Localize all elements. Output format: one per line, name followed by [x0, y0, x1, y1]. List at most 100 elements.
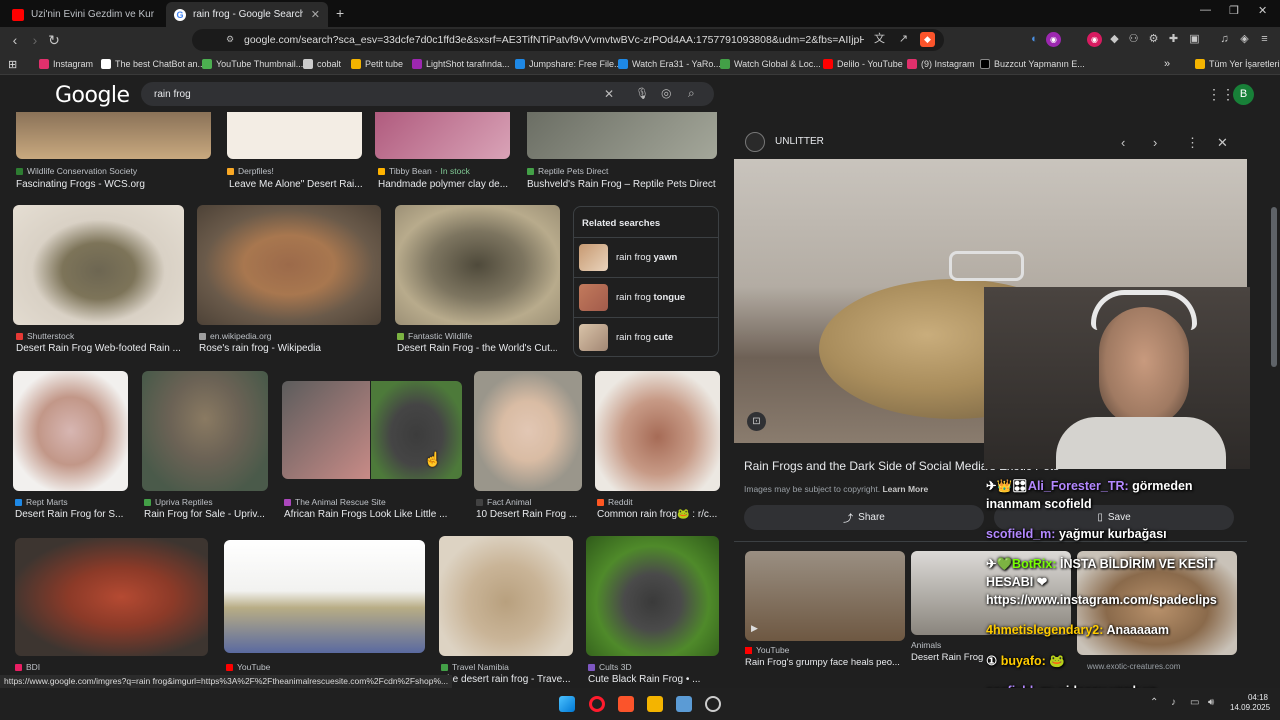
result-image[interactable]: [142, 371, 268, 491]
image-result[interactable]: Cults 3D Cute Black Rain Frog • ...: [586, 536, 719, 688]
apps-grid-icon[interactable]: ⋮⋮: [1207, 86, 1235, 103]
reload-button[interactable]: ↻: [45, 31, 63, 49]
extension-icon[interactable]: ◆: [1107, 32, 1122, 47]
panel-site-name[interactable]: UNLITTER: [775, 136, 824, 147]
result-image[interactable]: [586, 536, 719, 656]
result-image[interactable]: [224, 540, 425, 653]
image-result[interactable]: Tibby Bean · In stock Handmade polymer cla…: [375, 112, 510, 192]
previous-icon[interactable]: ‹: [1121, 135, 1125, 150]
minimize-button[interactable]: —: [1200, 4, 1211, 16]
image-result[interactable]: Reddit Common rain frog🐸 : r/c...: [595, 371, 720, 523]
result-caption[interactable]: Bushveld's Rain Frog – Reptile Pets Dire…: [527, 179, 719, 190]
extension-icon[interactable]: ◉: [1087, 32, 1102, 47]
sidebar-icon[interactable]: ▣: [1187, 32, 1202, 47]
result-caption[interactable]: Leave Me Alone" Desert Rai...: [229, 179, 362, 190]
result-caption[interactable]: Cute Black Rain Frog • ...: [588, 674, 719, 685]
tray-chevron-icon[interactable]: ⌃: [1150, 697, 1158, 708]
all-bookmarks[interactable]: Tüm Yer İşaretleri: [1195, 57, 1280, 71]
result-image[interactable]: [527, 112, 717, 159]
result-caption[interactable]: Fascinating Frogs - WCS.org: [16, 179, 211, 190]
clock[interactable]: 04:18 14.09.2025: [1230, 693, 1270, 713]
extension-icon[interactable]: ⚇: [1126, 32, 1141, 47]
extension-icon[interactable]: ⚙: [1146, 32, 1161, 47]
folder-icon[interactable]: [647, 696, 663, 712]
share-icon[interactable]: ↗: [896, 32, 911, 47]
maximize-button[interactable]: ❐: [1229, 4, 1239, 17]
bookmark-item[interactable]: Instagram: [39, 57, 93, 71]
tab-google-search[interactable]: G rain frog - Google Search ✕: [166, 2, 328, 27]
new-tab-button[interactable]: +: [336, 5, 344, 21]
result-image[interactable]: [227, 112, 362, 159]
lens-icon[interactable]: ◎: [661, 86, 671, 100]
related-item[interactable]: rain frog yawn: [574, 237, 718, 277]
brave-shield-icon[interactable]: ◆: [920, 32, 935, 47]
result-image[interactable]: [371, 381, 462, 479]
wallet-icon[interactable]: ◈: [1237, 32, 1252, 47]
app-icon[interactable]: [676, 696, 692, 712]
result-caption[interactable]: 10 Desert Rain Frog ...: [476, 509, 582, 520]
image-result[interactable]: en.wikipedia.org Rose's rain frog - Wiki…: [197, 205, 381, 355]
scrollbar-thumb[interactable]: [1271, 207, 1277, 367]
image-result[interactable]: Wildlife Conservation Society Fascinatin…: [16, 112, 211, 192]
next-icon[interactable]: ›: [1153, 135, 1157, 150]
thumb-caption[interactable]: Rain Frog's grumpy face heals peo...: [745, 657, 905, 668]
clear-icon[interactable]: ✕: [604, 87, 614, 101]
avatar[interactable]: B: [1233, 84, 1254, 105]
close-panel-icon[interactable]: ✕: [1217, 135, 1228, 151]
tray-icon[interactable]: ♪: [1171, 697, 1176, 708]
brave-icon[interactable]: [618, 696, 634, 712]
more-bookmarks-icon[interactable]: »: [1164, 57, 1170, 71]
related-item[interactable]: rain frog tongue: [574, 277, 718, 317]
thumb-caption[interactable]: Desert Rain Frog: [911, 652, 983, 663]
extension-icon[interactable]: ◐: [1027, 32, 1042, 47]
related-item[interactable]: rain frog cute: [574, 317, 718, 357]
bookmark-item[interactable]: Delilo - YouTube: [823, 57, 903, 71]
address-bar[interactable]: ⚙ google.com/search?sca_esv=33dcfe7d0c1f…: [192, 29, 944, 51]
image-result[interactable]: Travel Namibia The desert rain frog - Tr…: [439, 536, 573, 688]
bookmark-item[interactable]: LightShot tarafında...: [412, 57, 510, 71]
bookmark-item[interactable]: Jumpshare: Free File...: [515, 57, 622, 71]
image-result[interactable]: Fact Animal 10 Desert Rain Frog ...: [474, 371, 582, 523]
bookmark-item[interactable]: Watch Global & Loc...: [720, 57, 821, 71]
bookmark-item[interactable]: Petit tube: [351, 57, 403, 71]
image-result[interactable]: Upriva Reptiles Rain Frog for Sale - Upr…: [142, 371, 268, 523]
result-image[interactable]: [375, 112, 510, 159]
bookmark-item[interactable]: The best ChatBot an...: [101, 57, 205, 71]
bookmark-item[interactable]: Buzzcut Yapmanın E...: [980, 57, 1085, 71]
result-caption[interactable]: Desert Rain Frog for S...: [15, 509, 128, 520]
scrollbar[interactable]: [1270, 112, 1278, 674]
media-icon[interactable]: ♫: [1217, 32, 1232, 47]
bookmark-item[interactable]: Watch Era31 - YaRo...: [618, 57, 721, 71]
result-image[interactable]: [13, 205, 184, 325]
search-box[interactable]: rain frog ✕ 🎙︎ ◎ ⌕: [141, 82, 714, 106]
translate-icon[interactable]: 文: [872, 32, 887, 47]
lens-search-icon[interactable]: ⊡: [747, 412, 766, 431]
bookmark-item[interactable]: cobalt: [303, 57, 341, 71]
result-image[interactable]: [395, 205, 560, 325]
result-caption[interactable]: Desert Rain Frog Web-footed Rain ...: [16, 343, 184, 354]
close-tab-icon[interactable]: ✕: [311, 8, 320, 21]
image-result[interactable]: Derpfiles! Leave Me Alone" Desert Rai...: [227, 112, 362, 192]
image-result[interactable]: YouTube: [224, 540, 425, 688]
result-caption[interactable]: Common rain frog🐸 : r/c...: [597, 509, 720, 520]
bookmark-item[interactable]: YouTube Thumbnail...: [202, 57, 303, 71]
image-result[interactable]: Fantastic Wildlife Desert Rain Frog - th…: [395, 205, 560, 355]
google-logo[interactable]: Google: [55, 83, 130, 108]
result-image[interactable]: [282, 381, 370, 479]
thumb-image[interactable]: ▶: [745, 551, 905, 641]
result-caption[interactable]: Rain Frog for Sale - Upriv...: [144, 509, 268, 520]
search-input[interactable]: rain frog: [154, 89, 191, 100]
windows-start-icon[interactable]: [559, 696, 575, 712]
extensions-puzzle-icon[interactable]: ✚: [1166, 32, 1181, 47]
opera-icon[interactable]: [589, 696, 605, 712]
result-image[interactable]: [15, 538, 208, 656]
forward-button[interactable]: ›: [26, 31, 44, 49]
learn-more-link[interactable]: Learn More: [882, 484, 928, 494]
result-image[interactable]: [595, 371, 720, 491]
tab-youtube[interactable]: Uzi'nin Evini Gezdim ve Kurbağa Terapisi: [4, 2, 162, 27]
extension-icon[interactable]: ◉: [1046, 32, 1061, 47]
image-result[interactable]: BDI: [15, 538, 208, 688]
image-result[interactable]: Rept Marts Desert Rain Frog for S...: [13, 371, 128, 523]
mic-icon[interactable]: 🎙︎: [635, 87, 649, 100]
network-icon[interactable]: ▭: [1190, 697, 1199, 708]
